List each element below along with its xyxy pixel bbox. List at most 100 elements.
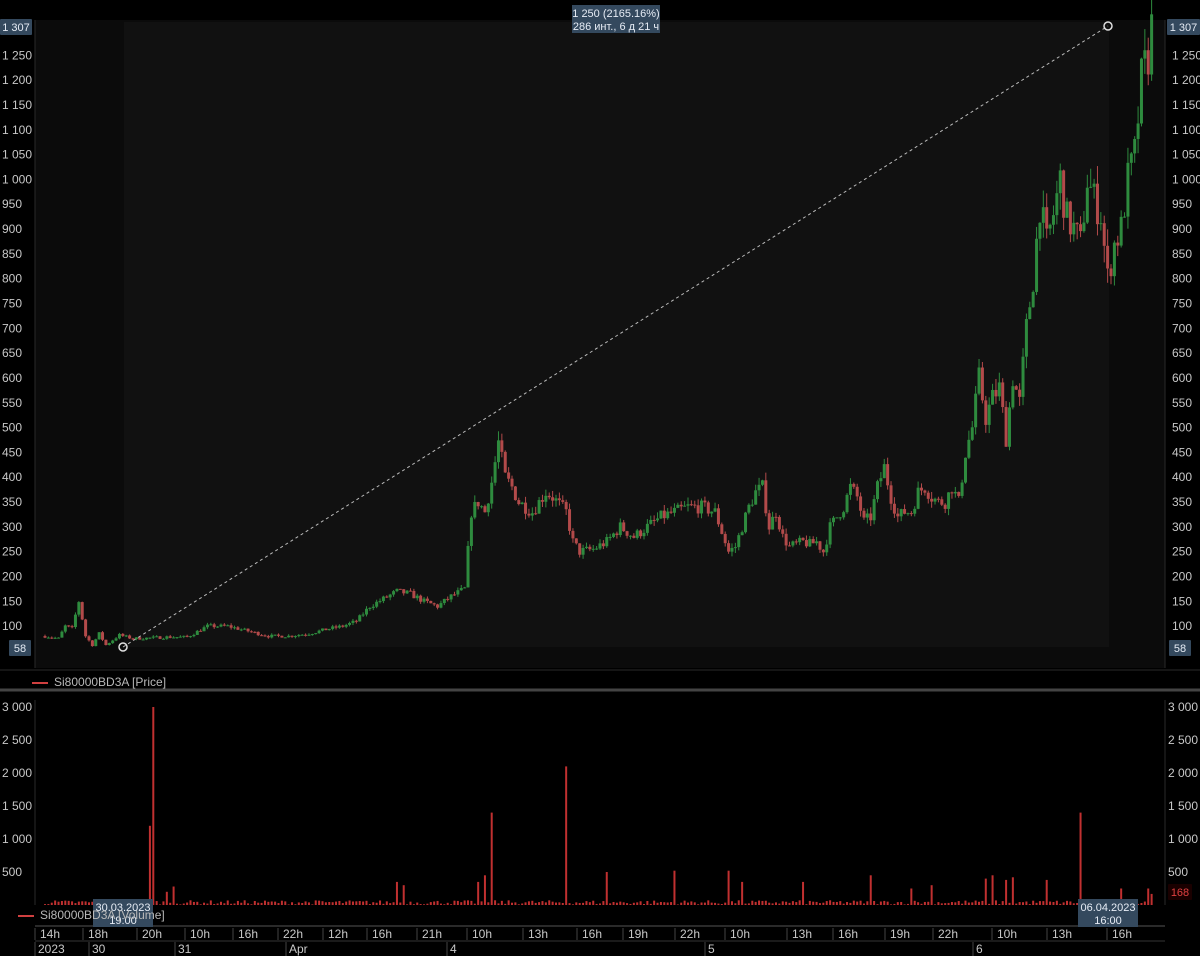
volume-bar: [348, 900, 351, 905]
candle-body: [808, 539, 812, 547]
volume-bar: [839, 901, 842, 905]
volume-bar: [1072, 903, 1075, 905]
volume-bar: [263, 900, 266, 905]
volume-bar: [179, 904, 182, 905]
candle-body: [57, 637, 61, 639]
time-bottom-label: 6: [976, 942, 983, 956]
candle-body: [649, 519, 653, 524]
volume-bar: [412, 904, 415, 905]
volume-bar: [862, 903, 865, 905]
volume-bar: [1032, 900, 1035, 905]
volume-bar: [663, 902, 666, 905]
candle-body: [422, 598, 426, 602]
volume-bar: [940, 903, 943, 905]
candle-body: [581, 547, 585, 555]
candle-body: [408, 590, 412, 592]
volume-bar: [226, 900, 229, 905]
candle-body: [334, 626, 338, 628]
volume-bar: [754, 901, 757, 905]
volume-bar: [595, 903, 598, 905]
candle-body: [1119, 216, 1123, 246]
candle-body: [398, 588, 402, 590]
candle-body: [182, 635, 186, 637]
price-axis-left-tick: 1 100: [2, 123, 32, 137]
volume-bar: [47, 904, 50, 905]
candle-body: [1007, 407, 1011, 447]
time-bottom-label: 2023: [38, 942, 65, 956]
candle-body: [1126, 162, 1130, 217]
volume-bar: [707, 900, 710, 905]
candle-body: [811, 539, 815, 544]
candle-body: [683, 505, 687, 507]
candle-body: [1112, 242, 1116, 277]
volume-bar: [460, 902, 463, 905]
volume-bar: [470, 900, 473, 905]
volume-bar: [304, 901, 307, 905]
volume-bar: [612, 902, 615, 905]
candle-body: [913, 508, 917, 514]
volume-bar: [416, 902, 419, 905]
volume-bar: [1055, 900, 1058, 905]
candle-body: [1092, 183, 1096, 187]
price-axis-right-tick: 150: [1172, 594, 1192, 608]
volume-bar: [693, 902, 696, 905]
volume-bar: [1076, 902, 1079, 905]
candle-body: [50, 637, 54, 639]
volume-bar: [1066, 900, 1069, 905]
volume-axis-left-tick: 1 500: [2, 799, 32, 813]
candle-body: [1062, 170, 1066, 218]
volume-bar: [886, 901, 889, 905]
candle-body: [561, 500, 565, 502]
volume-bar: [538, 902, 541, 905]
candle-body: [256, 631, 260, 636]
price-axis-right-tick: 1 150: [1172, 98, 1200, 112]
volume-bar: [910, 888, 913, 905]
candle-body: [1150, 14, 1154, 75]
volume-bar: [829, 900, 832, 905]
volume-bar: [541, 901, 544, 905]
volume-bar: [1147, 888, 1150, 905]
time-top-label: 19h: [890, 927, 910, 941]
volume-bar: [615, 902, 618, 905]
candle-body: [1018, 389, 1022, 397]
volume-bar: [802, 881, 805, 905]
candle-body: [395, 588, 399, 592]
candle-body: [926, 492, 930, 499]
price-axis-right-tick: 850: [1172, 247, 1192, 261]
candle-body: [371, 606, 375, 608]
candle-body: [679, 504, 683, 507]
candle-body: [483, 506, 487, 513]
volume-bar: [81, 901, 84, 905]
time-top-label: 12h: [328, 927, 348, 941]
volume-axis-left-tick: 2 500: [2, 733, 32, 747]
volume-bar: [219, 901, 222, 905]
candle-body: [588, 546, 592, 550]
volume-bar: [551, 901, 554, 905]
candle-body: [368, 607, 372, 609]
candle-body: [1028, 307, 1032, 320]
candle-body: [930, 498, 934, 502]
candle-body: [456, 590, 460, 595]
candle-body: [90, 640, 94, 647]
price-axis-right-tick: 200: [1172, 570, 1192, 584]
candle-body: [791, 541, 795, 546]
price-axis-left-tick: 1 250: [2, 48, 32, 62]
price-axis-left-tick: 350: [2, 495, 22, 509]
candle-body: [967, 439, 971, 458]
candle-body: [1048, 224, 1052, 229]
candle-body: [158, 636, 162, 639]
volume-bar: [774, 902, 777, 905]
time-top-label: 22h: [938, 927, 958, 941]
volume-bar: [917, 902, 920, 905]
candle-body: [886, 464, 890, 486]
candle-body: [480, 506, 484, 508]
candle-body: [80, 602, 84, 620]
volume-bar: [988, 903, 991, 905]
candle-body: [419, 595, 423, 602]
volume-bar: [1001, 901, 1004, 905]
candle-body: [777, 517, 781, 530]
volume-bar: [233, 903, 236, 905]
measure-label-change: 1 250 (2165.16%): [572, 8, 659, 20]
volume-bar: [734, 903, 737, 905]
trading-chart[interactable]: 100 100 150 150 200 200 250 250 300 300 350 350 400 4…: [0, 0, 1200, 956]
